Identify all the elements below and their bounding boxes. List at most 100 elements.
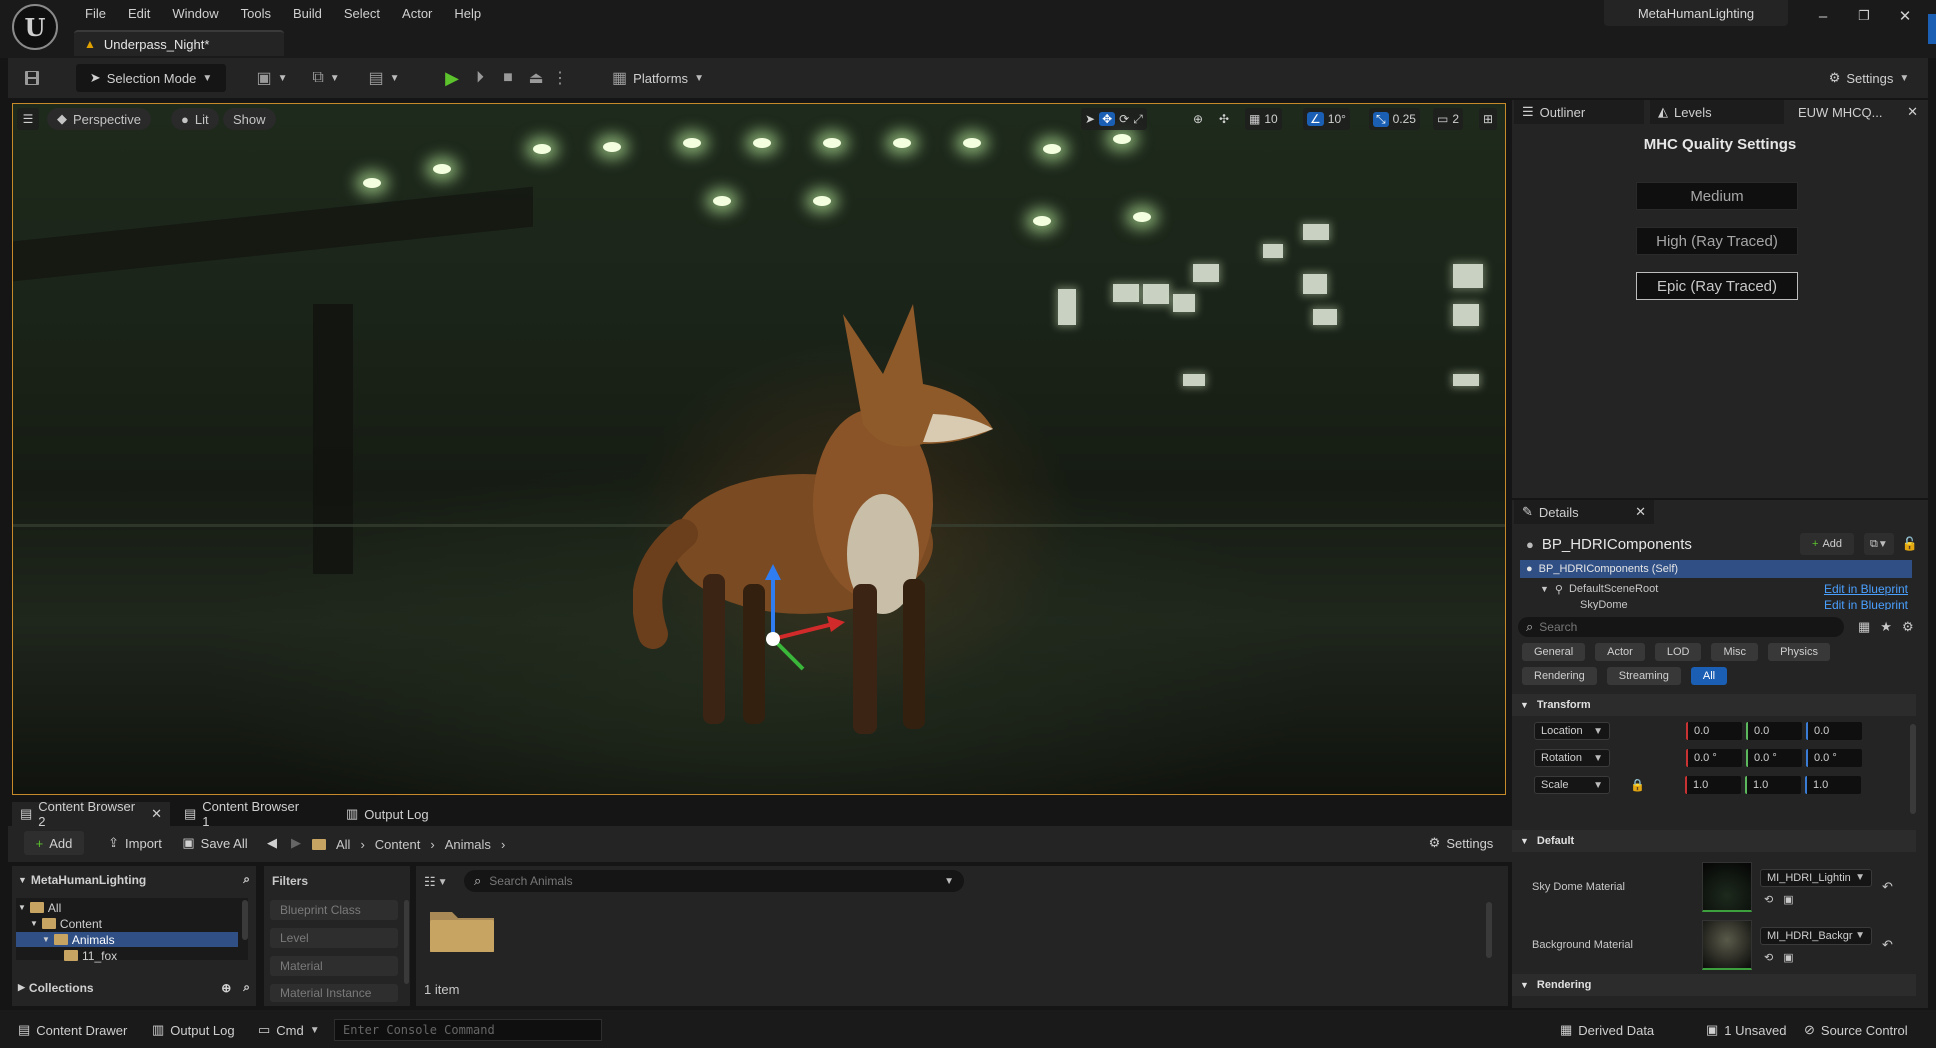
browse-asset-icon[interactable]: ▣ <box>1783 951 1793 964</box>
location-y-field[interactable]: 0.0 <box>1746 722 1802 740</box>
camera-speed-button[interactable]: ▭ 2 <box>1433 108 1464 130</box>
transform-section-header[interactable]: ▼ Transform <box>1512 694 1916 716</box>
menu-build[interactable]: Build <box>282 6 333 21</box>
rotation-x-field[interactable]: 0.0 ° <box>1686 749 1742 767</box>
lock-icon[interactable]: 🔓 <box>1902 536 1918 552</box>
minimize-button[interactable]: – <box>1806 4 1840 28</box>
details-search-input[interactable]: ⌕ Search <box>1518 617 1844 637</box>
tree-scrollbar[interactable] <box>242 900 248 940</box>
search-icon[interactable]: ⌕ <box>243 980 250 995</box>
tab-levels[interactable]: ◭ Levels <box>1650 100 1784 124</box>
play-options-button[interactable]: ⋮ <box>552 64 568 92</box>
table-view-icon[interactable]: ▦ <box>1858 619 1870 635</box>
save-level-icon[interactable] <box>18 64 46 92</box>
import-button[interactable]: ⇪ Import <box>104 831 166 855</box>
fox-model[interactable] <box>633 294 1013 764</box>
favorite-star-icon[interactable]: ★ <box>1880 619 1892 635</box>
tab-outliner[interactable]: ☰ Outliner <box>1514 100 1644 124</box>
menu-window[interactable]: Window <box>161 6 229 21</box>
default-section-header[interactable]: ▼ Default <box>1512 830 1916 852</box>
cb-settings-button[interactable]: ⚙ Settings <box>1422 831 1500 855</box>
add-actor-button[interactable]: ▣ ▼ <box>252 64 292 92</box>
tab-euw-mhcq[interactable]: EUW MHCQ... ✕ <box>1790 100 1926 124</box>
tab-details[interactable]: ✎ Details ✕ <box>1514 500 1654 524</box>
tab-output-log[interactable]: ▥ Output Log <box>338 802 448 826</box>
location-z-field[interactable]: 0.0 <box>1806 722 1862 740</box>
content-drawer-button[interactable]: ▤ Content Drawer <box>18 1021 127 1039</box>
unreal-logo-icon[interactable]: U <box>12 4 58 50</box>
filter-misc[interactable]: Misc <box>1711 643 1759 661</box>
transform-gizmo[interactable] <box>753 564 853 674</box>
viewport-menu-button[interactable]: ☰ <box>17 108 39 130</box>
status-output-log-button[interactable]: ▥ Output Log <box>152 1021 235 1039</box>
scale-snap-button[interactable]: ⤡ 0.25 <box>1369 108 1420 130</box>
scale-x-field[interactable]: 1.0 <box>1684 776 1741 794</box>
add-collection-icon[interactable]: ⊕ <box>221 981 231 995</box>
browse-asset-icon[interactable]: ▣ <box>1783 893 1793 906</box>
folder-asset-thumbnail[interactable] <box>428 904 496 954</box>
filter-level[interactable]: Level <box>270 928 398 948</box>
asset-search-input[interactable]: ⌕ Search Animals ▼ <box>464 870 964 892</box>
chevron-down-icon[interactable]: ▼ <box>944 876 954 887</box>
filters-scrollbar[interactable] <box>404 900 409 984</box>
filter-streaming[interactable]: Streaming <box>1606 667 1681 685</box>
quality-high-button[interactable]: High (Ray Traced) <box>1636 227 1798 255</box>
level-viewport[interactable]: ☰ ◆ Perspective ● Lit Show ➤ ✥ ⟳ ⤢ ⊕ ✣ ▦… <box>12 103 1506 795</box>
gear-icon[interactable]: ⚙ <box>1902 619 1914 635</box>
menu-tools[interactable]: Tools <box>230 6 282 21</box>
quality-medium-button[interactable]: Medium <box>1636 182 1798 210</box>
history-forward-button[interactable]: ▶ <box>286 831 306 855</box>
scale-y-field[interactable]: 1.0 <box>1744 776 1801 794</box>
tree-project-header[interactable]: ▼ MetaHumanLighting ⌕ <box>18 872 250 887</box>
add-button[interactable]: + Add <box>24 831 84 855</box>
edit-in-blueprint-link[interactable]: Edit in Blueprint <box>1824 582 1908 596</box>
filter-physics[interactable]: Physics <box>1768 643 1830 661</box>
rotation-dropdown[interactable]: Rotation ▼ <box>1534 749 1610 767</box>
edit-in-blueprint-link[interactable]: Edit in Blueprint <box>1824 600 1908 610</box>
background-material-thumbnail[interactable] <box>1702 920 1752 970</box>
filter-all[interactable]: All <box>1690 667 1728 685</box>
scale-tool-icon[interactable]: ⤢ <box>1133 112 1143 127</box>
details-scrollbar[interactable] <box>1910 724 1916 814</box>
sky-dome-material-dropdown[interactable]: MI_HDRI_Lightin ▼ <box>1760 868 1872 887</box>
asset-filter-button[interactable]: ☷ ▼ <box>424 872 448 892</box>
use-selected-icon[interactable]: ⟲ <box>1764 951 1773 964</box>
breadcrumb-animals[interactable]: Animals <box>445 837 491 852</box>
tab-content-browser-1[interactable]: ▤ Content Browser 1 <box>176 799 316 829</box>
filter-general[interactable]: General <box>1522 643 1586 661</box>
scale-dropdown[interactable]: Scale ▼ <box>1534 776 1610 794</box>
reset-to-default-icon[interactable]: ↶ <box>1882 879 1893 895</box>
location-dropdown[interactable]: Location ▼ <box>1534 722 1610 740</box>
move-tool-icon[interactable]: ✥ <box>1099 112 1116 126</box>
restore-button[interactable]: ❐ <box>1847 4 1881 28</box>
close-window-button[interactable]: ✕ <box>1888 4 1922 28</box>
component-row-skydome[interactable]: SkyDome Edit in Blueprint <box>1520 600 1912 610</box>
close-tab-icon[interactable]: ✕ <box>1907 104 1918 120</box>
perspective-button[interactable]: ◆ Perspective <box>47 108 151 130</box>
scale-z-field[interactable]: 1.0 <box>1804 776 1861 794</box>
reset-to-default-icon[interactable]: ↶ <box>1882 937 1893 953</box>
rotation-y-field[interactable]: 0.0 ° <box>1746 749 1802 767</box>
rotate-tool-icon[interactable]: ⟳ <box>1119 112 1129 126</box>
grid-snap-button[interactable]: ▦ 10 <box>1245 108 1282 130</box>
select-tool-icon[interactable]: ➤ <box>1085 112 1095 126</box>
cmd-dropdown[interactable]: ▭ Cmd ▼ <box>258 1021 320 1039</box>
viewport-layout-button[interactable]: ⊞ <box>1479 108 1498 130</box>
platforms-dropdown[interactable]: ▦ Platforms ▼ <box>608 64 708 92</box>
rendering-section-header[interactable]: ▼ Rendering <box>1512 974 1916 996</box>
blueprint-options-button[interactable]: ⧉ ▼ <box>1864 533 1894 555</box>
location-x-field[interactable]: 0.0 <box>1686 722 1742 740</box>
rotation-snap-button[interactable]: ∠ 10° <box>1303 108 1350 130</box>
derived-data-button[interactable]: ▦ Derived Data <box>1560 1021 1654 1039</box>
sky-dome-material-thumbnail[interactable] <box>1702 862 1752 912</box>
filter-blueprint-class[interactable]: Blueprint Class <box>270 900 398 920</box>
scale-lock-icon[interactable]: 🔒 <box>1630 778 1645 792</box>
tree-item-content[interactable]: ▼ Content <box>30 916 102 931</box>
filter-material[interactable]: Material <box>270 956 398 976</box>
close-tab-icon[interactable]: ✕ <box>1635 504 1646 520</box>
console-input[interactable]: Enter Console Command <box>334 1019 602 1041</box>
settings-dropdown[interactable]: ⚙ Settings ▼ <box>1820 64 1918 92</box>
unsaved-button[interactable]: ▣ 1 Unsaved <box>1706 1021 1786 1039</box>
asset-view-scrollbar[interactable] <box>1486 902 1492 958</box>
add-component-button[interactable]: + Add <box>1800 533 1855 555</box>
